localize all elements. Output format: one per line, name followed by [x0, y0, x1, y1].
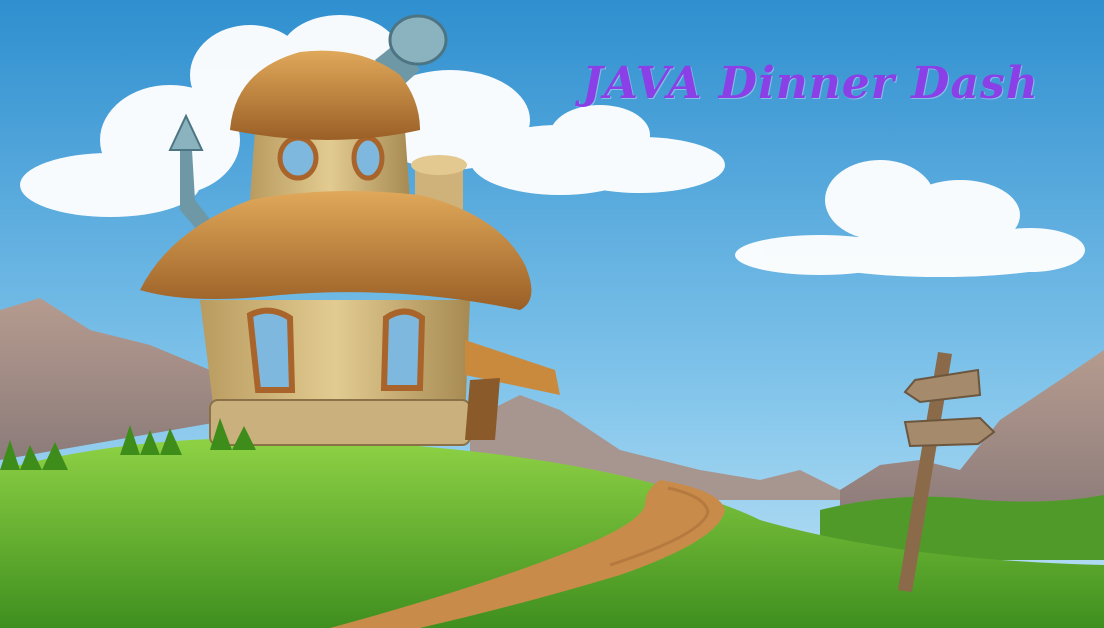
title-screen: JAVA Dinner Dash [0, 0, 1104, 628]
game-title: JAVA Dinner Dash [582, 58, 1039, 109]
